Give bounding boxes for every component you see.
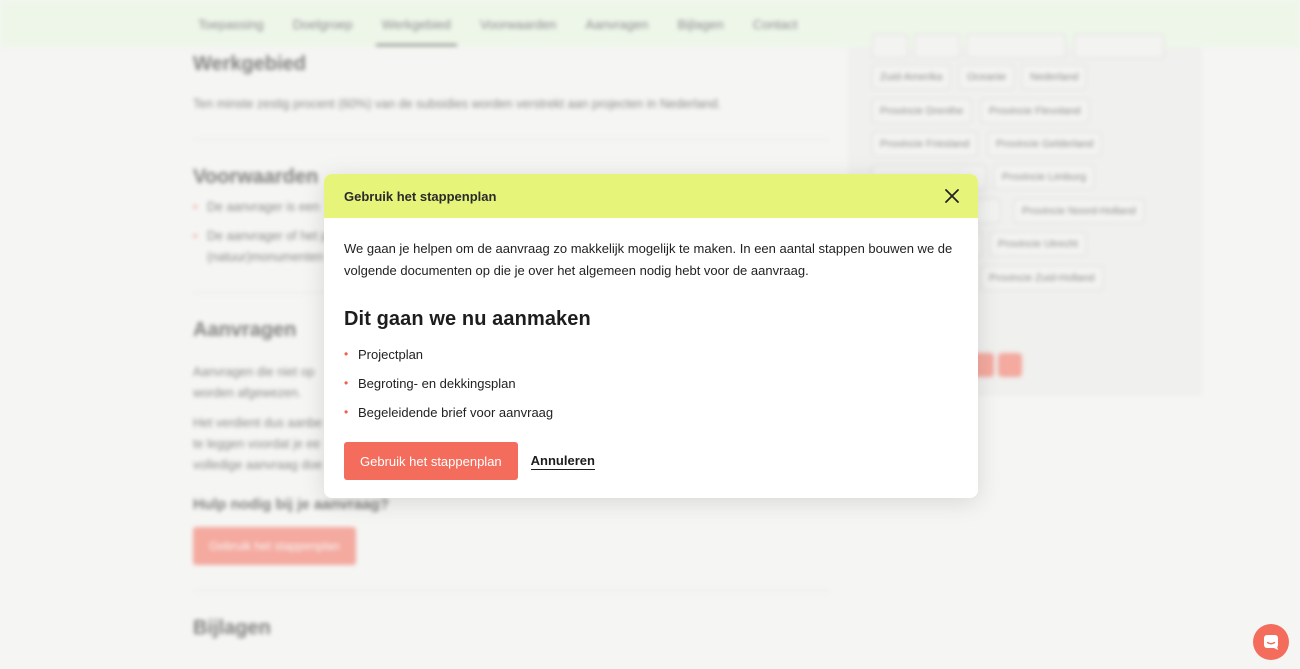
- tag[interactable]: Oceanie: [959, 65, 1015, 89]
- bullet-icon: •: [344, 347, 349, 361]
- voorwaarden-bullet-text: (natuur)monumenten: [207, 250, 324, 264]
- tag[interactable]: [914, 34, 960, 58]
- tag[interactable]: Zuid-Amerika: [872, 65, 951, 89]
- tag[interactable]: [966, 34, 1066, 58]
- divider: [193, 139, 829, 140]
- chat-icon: [1264, 635, 1278, 650]
- aanvragen-text-line: Het verdient dus aanbe: [193, 416, 323, 430]
- nav-item-werkgebied[interactable]: Werkgebied: [375, 17, 458, 46]
- aanvragen-text-line: te leggen voordat je ee: [193, 437, 321, 451]
- cancel-button[interactable]: Annuleren: [530, 453, 595, 470]
- modal-header: Gebruik het stappenplan: [324, 174, 978, 218]
- modal-title: Gebruik het stappenplan: [344, 188, 497, 204]
- document-name: Begroting- en dekkingsplan: [358, 376, 516, 391]
- modal-intro: We gaan je helpen om de aanvraag zo makk…: [344, 241, 953, 278]
- aanvragen-text-line: volledige aanvraag doe: [193, 458, 323, 472]
- divider: [193, 590, 829, 591]
- tag[interactable]: Provincie Zuid-Holland: [981, 266, 1103, 290]
- tag[interactable]: [1074, 34, 1164, 58]
- aanvragen-text-line: worden afgewezen.: [193, 386, 302, 400]
- close-icon: [945, 189, 959, 203]
- tag[interactable]: Provincie Flevoland: [981, 99, 1089, 123]
- nav-item-doelgroep[interactable]: Doelgroep: [293, 17, 353, 32]
- tag[interactable]: Provincie Noord-Holland: [1014, 199, 1144, 223]
- nav-item-toepassing[interactable]: Toepassing: [198, 17, 264, 32]
- tag[interactable]: Provincie Gelderland: [988, 132, 1102, 156]
- tag[interactable]: Provincie Limburg: [994, 165, 1095, 189]
- tag[interactable]: Provincie Friesland: [872, 132, 978, 156]
- list-item: • Projectplan: [344, 340, 958, 369]
- use-stappenplan-button[interactable]: Gebruik het stappenplan: [344, 442, 518, 480]
- bijlagen-heading: Bijlagen: [193, 617, 271, 639]
- list-item: • Begeleidende brief voor aanvraag: [344, 398, 958, 427]
- bullet-icon: •: [344, 376, 349, 390]
- nav-item-bijlagen[interactable]: Bijlagen: [677, 17, 723, 32]
- document-name: Begeleidende brief voor aanvraag: [358, 405, 554, 420]
- nav-item-aanvragen[interactable]: Aanvragen: [586, 17, 649, 32]
- aanvragen-text-line: Aanvragen die niet op: [193, 365, 315, 379]
- chat-launcher-button[interactable]: [1253, 624, 1289, 660]
- modal-section-heading: Dit gaan we nu aanmaken: [344, 308, 591, 330]
- modal-body: We gaan je helpen om de aanvraag zo makk…: [324, 218, 978, 480]
- help-stappenplan-button[interactable]: Gebruik het stappenplan: [193, 527, 356, 565]
- list-item: • Begroting- en dekkingsplan: [344, 369, 958, 398]
- close-button[interactable]: [942, 186, 962, 206]
- home-icon[interactable]: [998, 353, 1022, 377]
- nav-item-voorwaarden[interactable]: Voorwaarden: [480, 17, 557, 32]
- stappenplan-modal: Gebruik het stappenplan We gaan je helpe…: [324, 174, 978, 498]
- help-heading: Hulp nodig bij je aanvraag?: [193, 496, 389, 513]
- bullet-icon: •: [344, 405, 349, 419]
- tag[interactable]: [872, 34, 908, 58]
- modal-actions: Gebruik het stappenplan Annuleren: [344, 442, 958, 480]
- tag[interactable]: Provincie Utrecht: [990, 232, 1086, 256]
- document-list: • Projectplan • Begroting- en dekkingsplan…: [344, 340, 958, 427]
- tag[interactable]: Nederland: [1022, 65, 1087, 89]
- voorwaarden-bullet-text: De aanvrager of het p: [207, 229, 328, 243]
- werkgebied-heading: Werkgebied: [193, 53, 306, 75]
- werkgebied-text: Ten minste zestig procent (60%) van de s…: [193, 97, 722, 111]
- document-name: Projectplan: [358, 347, 424, 362]
- tag[interactable]: Provincie Drenthe: [872, 99, 972, 123]
- nav-item-contact[interactable]: Contact: [753, 17, 798, 32]
